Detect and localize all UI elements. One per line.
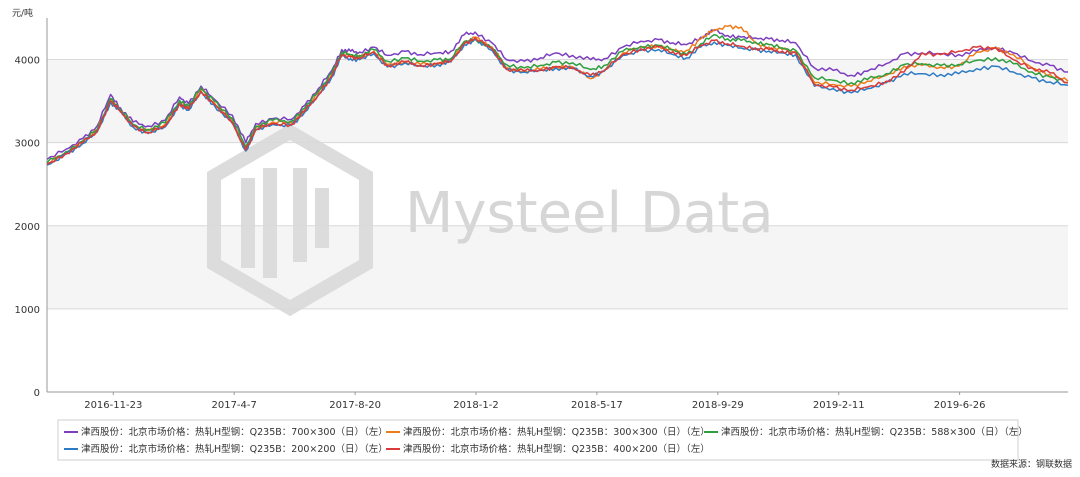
y-tick-label: 2000 <box>15 222 40 233</box>
legend-label: 津西股份：北京市场价格：热轧H型钢：Q235B：300×300（日）（左） <box>403 426 710 438</box>
x-tick-label: 2017-8-20 <box>329 400 381 411</box>
source-note: 数据来源：钢联数据 <box>991 458 1072 470</box>
y-unit-label: 元/吨 <box>12 7 33 19</box>
y-tick-label: 1000 <box>15 305 40 316</box>
chart-svg: Mysteel Data 0 1000 2000 3000 4000 2016-11-23… <box>12 7 1072 470</box>
shaded-band-1 <box>47 59 1068 143</box>
chart: Mysteel Data 0 1000 2000 3000 4000 2016-11-23… <box>0 0 1080 473</box>
legend-label: 津西股份：北京市场价格：热轧H型钢：Q235B：400×200（日）（左） <box>403 443 710 455</box>
x-tick-label: 2019-2-11 <box>813 400 865 411</box>
legend-label: 津西股份：北京市场价格：热轧H型钢：Q235B：200×200（日）（左） <box>81 443 388 455</box>
x-tick-label: 2016-11-23 <box>84 400 142 411</box>
y-tick-label: 3000 <box>15 139 40 150</box>
x-tick-label: 2018-9-29 <box>692 400 744 411</box>
x-tick-label: 2018-5-17 <box>571 400 623 411</box>
legend-label: 津西股份：北京市场价格：热轧H型钢：Q235B：700×300（日）（左） <box>81 426 388 438</box>
y-tick-label: 0 <box>34 388 40 399</box>
watermark-text: Mysteel Data <box>405 181 774 246</box>
y-tick-label: 4000 <box>15 56 40 67</box>
x-tick-label: 2017-4-7 <box>211 400 256 411</box>
legend-label: 津西股份：北京市场价格：热轧H型钢：Q235B：588×300（日）（左） <box>721 426 1028 438</box>
x-tick-label: 2018-1-2 <box>453 400 498 411</box>
legend: 津西股份：北京市场价格：热轧H型钢：Q235B：700×300（日）（左） 津西股… <box>57 419 1028 461</box>
x-tick-label: 2019-6-26 <box>934 400 986 411</box>
